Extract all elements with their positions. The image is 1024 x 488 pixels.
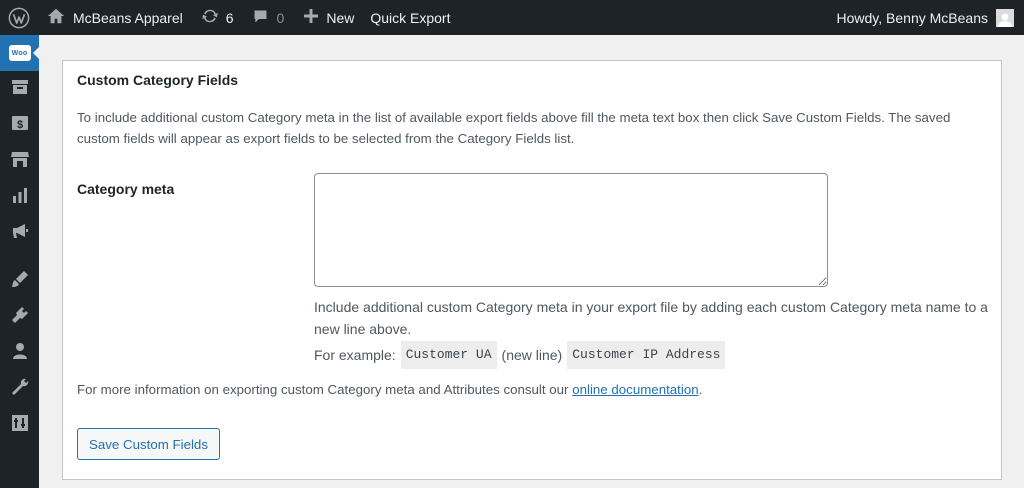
sidebar-item-woocommerce[interactable]: Woo <box>0 35 40 71</box>
tools-icon <box>10 377 30 402</box>
panel-description: To include additional custom Category me… <box>77 110 951 146</box>
sidebar-item-appearance[interactable] <box>0 263 39 299</box>
save-custom-fields-button[interactable]: Save Custom Fields <box>77 428 220 460</box>
howdy-text: Howdy, Benny McBeans <box>836 9 988 26</box>
woocommerce-icon: Woo <box>8 45 31 61</box>
settings-icon <box>10 413 30 438</box>
wordpress-logo-icon[interactable] <box>0 0 38 35</box>
new-content-link[interactable]: New <box>304 0 354 35</box>
panel-title: Custom Category Fields <box>77 72 239 88</box>
more-info-suffix: . <box>698 382 703 397</box>
megaphone-icon <box>10 221 30 246</box>
quick-export-label: Quick Export <box>370 9 451 26</box>
quick-export-link[interactable]: Quick Export <box>370 0 450 35</box>
example-line: For example: Customer UA (new line) Cust… <box>314 341 994 369</box>
updates-icon <box>201 7 219 28</box>
comments-count: 0 <box>276 9 285 26</box>
example-code-customer-ip: Customer IP Address <box>567 341 726 369</box>
example-prefix: For example: <box>314 347 396 363</box>
sidebar-item-settings[interactable] <box>0 407 39 443</box>
sidebar-item-marketing[interactable] <box>0 215 39 251</box>
new-label: New <box>326 9 355 26</box>
sidebar-item-store[interactable] <box>0 143 39 179</box>
chart-icon <box>10 185 30 210</box>
more-info-text: For more information on exporting custom… <box>77 382 702 397</box>
custom-category-fields-panel: Custom Category Fields To include additi… <box>62 60 1002 480</box>
store-icon <box>10 149 30 174</box>
admin-sidebar: Woo $ <box>0 35 40 488</box>
svg-text:$: $ <box>16 119 22 131</box>
admin-bar: McBeans Apparel 6 0 New Quick Export How… <box>0 0 1024 35</box>
updates-link[interactable]: 6 <box>201 0 234 35</box>
example-code-customer-ua: Customer UA <box>400 341 497 369</box>
updates-count: 6 <box>225 9 234 26</box>
sidebar-item-plugins[interactable] <box>0 299 39 335</box>
comment-icon <box>252 8 269 28</box>
archive-icon <box>10 77 30 102</box>
plugins-icon <box>10 305 30 330</box>
more-info-prefix: For more information on exporting custom… <box>77 382 569 397</box>
help-text: Include additional custom Category meta … <box>314 299 988 337</box>
sidebar-item-users[interactable] <box>0 335 39 371</box>
users-icon <box>10 341 30 366</box>
category-meta-textarea[interactable] <box>314 173 828 287</box>
site-name: McBeans Apparel <box>73 9 183 26</box>
plus-icon <box>304 9 319 26</box>
comments-link[interactable]: 0 <box>252 0 285 35</box>
category-meta-help: Include additional custom Category meta … <box>314 296 994 369</box>
online-documentation-link[interactable]: online documentation <box>572 382 698 397</box>
site-name-link[interactable]: McBeans Apparel <box>38 0 183 35</box>
avatar <box>996 8 1014 27</box>
my-account-link[interactable]: Howdy, Benny McBeans <box>837 0 1014 35</box>
home-icon <box>47 7 65 28</box>
example-between: (new line) <box>501 347 563 363</box>
category-meta-label: Category meta <box>77 181 175 197</box>
sidebar-item-analytics[interactable] <box>0 179 39 215</box>
sidebar-item-products[interactable] <box>0 71 39 107</box>
sidebar-item-payments[interactable]: $ <box>0 107 39 143</box>
sidebar-item-tools[interactable] <box>0 371 39 407</box>
appearance-icon <box>10 269 30 294</box>
money-icon: $ <box>10 113 30 138</box>
